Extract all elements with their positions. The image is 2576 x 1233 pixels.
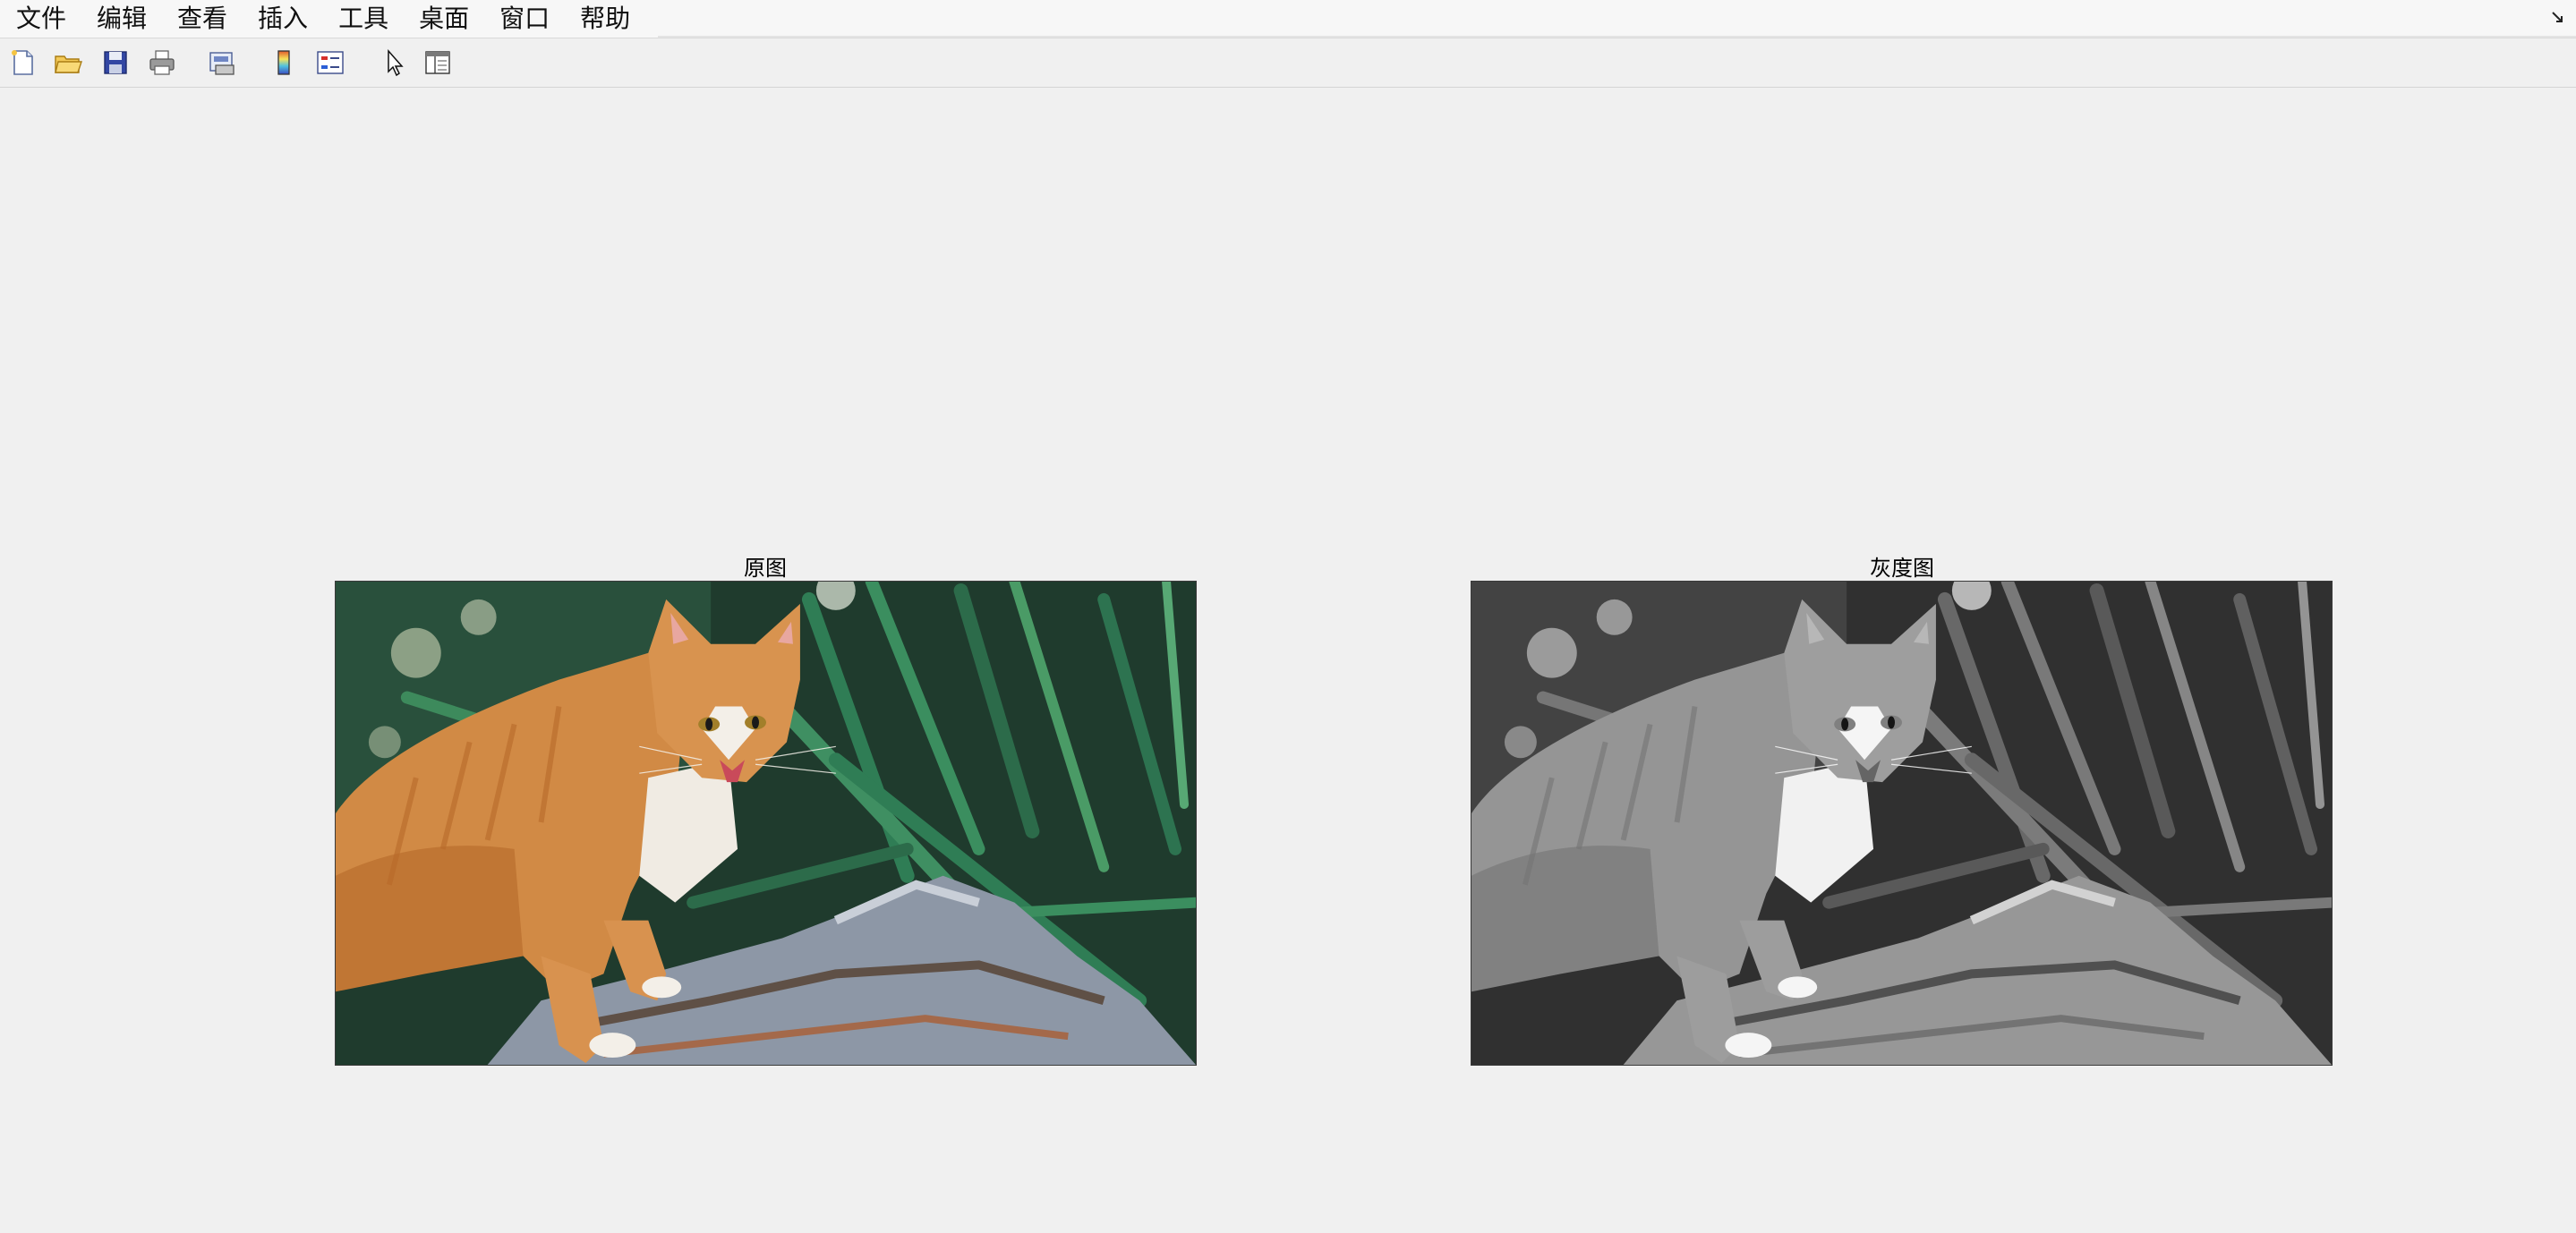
menu-bar: 文件 编辑 查看 插入 工具 桌面 窗口 帮助 — [0, 0, 2576, 38]
property-editor-icon — [425, 51, 450, 74]
save-button[interactable] — [98, 46, 132, 80]
open-file-icon — [55, 55, 82, 73]
select-pointer-button[interactable] — [377, 46, 411, 80]
new-figure-icon — [12, 50, 33, 75]
original-cat-image — [336, 582, 1196, 1065]
menu-insert[interactable]: 插入 — [243, 0, 323, 38]
menu-tools[interactable]: 工具 — [323, 0, 404, 38]
dock-figure-icon[interactable] — [2549, 9, 2567, 27]
menu-file[interactable]: 文件 — [0, 0, 81, 38]
insert-colorbar-button[interactable] — [267, 46, 301, 80]
menu-help[interactable]: 帮助 — [565, 0, 645, 38]
original-image-axes — [335, 581, 1197, 1066]
legend-icon — [317, 51, 344, 74]
menu-edit[interactable]: 编辑 — [81, 0, 162, 38]
menu-divider — [658, 36, 2576, 38]
menu-desktop[interactable]: 桌面 — [404, 0, 484, 38]
grayscale-cat-image — [1471, 582, 2332, 1065]
insert-legend-button[interactable] — [313, 46, 347, 80]
print-preview-icon — [209, 52, 235, 75]
print-button[interactable] — [145, 46, 179, 80]
figure-window: 文件 编辑 查看 插入 工具 桌面 窗口 帮助 原图 灰度图 — [0, 0, 2576, 1233]
print-icon — [149, 50, 175, 75]
print-preview-button[interactable] — [205, 46, 239, 80]
figure-toolbar — [0, 38, 2576, 88]
menu-view[interactable]: 查看 — [162, 0, 243, 38]
original-image-title: 原图 — [744, 556, 787, 581]
menu-window[interactable]: 窗口 — [484, 0, 565, 38]
select-pointer-icon — [388, 49, 404, 77]
colorbar-icon — [277, 50, 290, 75]
new-figure-button[interactable] — [5, 46, 39, 80]
grayscale-image-axes — [1471, 581, 2333, 1066]
property-editor-button[interactable] — [421, 46, 455, 80]
open-file-button[interactable] — [51, 46, 85, 80]
grayscale-image-title: 灰度图 — [1870, 556, 1934, 581]
save-icon — [104, 51, 127, 74]
